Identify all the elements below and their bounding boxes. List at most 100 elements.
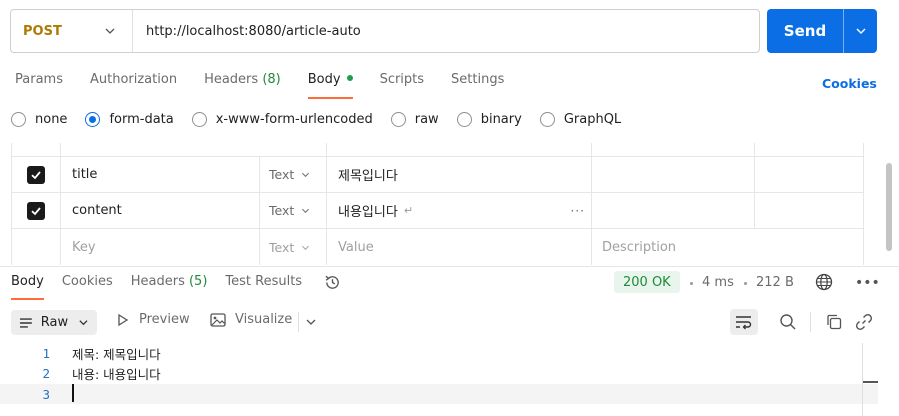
tab-headers[interactable]: Headers (8) bbox=[204, 72, 281, 99]
response-tab-body[interactable]: Body bbox=[11, 274, 44, 300]
header-extra-cell bbox=[754, 143, 863, 156]
header-value-cell bbox=[326, 143, 591, 156]
header-check-cell bbox=[12, 143, 60, 156]
status-badge[interactable]: 200 OK bbox=[614, 271, 680, 293]
table-header-row bbox=[12, 143, 863, 157]
response-tab-cookies[interactable]: Cookies bbox=[62, 274, 113, 300]
radio-label: x-www-form-urlencoded bbox=[215, 112, 373, 127]
new-key-input[interactable]: Key bbox=[60, 229, 259, 265]
response-time[interactable]: 4 ms bbox=[702, 275, 734, 290]
description-cell[interactable] bbox=[591, 193, 754, 228]
radio-x-www-form-urlencoded[interactable]: x-www-form-urlencoded bbox=[191, 112, 373, 127]
line-text: 제목: 제목입니다 bbox=[72, 346, 161, 362]
table-new-row: Key Text Value Description bbox=[12, 229, 863, 265]
link-icon[interactable] bbox=[855, 313, 873, 331]
line-number: 2 bbox=[42, 365, 50, 381]
editor-scrollbar-track[interactable] bbox=[862, 343, 863, 416]
preview-label: Preview bbox=[139, 312, 190, 327]
tab-label: Settings bbox=[451, 72, 505, 87]
radio-circle bbox=[390, 112, 406, 127]
cookies-link[interactable]: Cookies bbox=[822, 76, 877, 91]
tab-label: Headers bbox=[204, 72, 259, 87]
radio-binary[interactable]: binary bbox=[456, 112, 522, 127]
form-data-table: title Text 제목입니다 content Text 내용입니다 ↵ ··… bbox=[11, 143, 864, 265]
tab-label: Body bbox=[307, 72, 341, 87]
line-text: 내용: 내용입니다 bbox=[72, 366, 161, 382]
response-size[interactable]: 212 B bbox=[756, 275, 794, 290]
radio-graphql[interactable]: GraphQL bbox=[539, 112, 622, 127]
radio-form-data[interactable]: form-data bbox=[85, 112, 174, 127]
type-label: Text bbox=[269, 239, 295, 255]
code-line-current: 3 bbox=[0, 384, 878, 404]
globe-icon[interactable] bbox=[815, 273, 833, 291]
copy-icon[interactable] bbox=[825, 313, 843, 331]
radio-label: binary bbox=[480, 112, 522, 127]
row-checkbox[interactable] bbox=[27, 201, 45, 220]
more-options-icon[interactable]: ••• bbox=[855, 275, 880, 291]
value-cell[interactable]: 제목입니다 bbox=[326, 157, 591, 192]
send-options-button[interactable] bbox=[843, 9, 877, 53]
tab-label: Test Results bbox=[225, 274, 303, 289]
play-icon bbox=[118, 313, 129, 326]
expand-value-icon[interactable]: ··· bbox=[571, 204, 585, 218]
new-type-select[interactable]: Text bbox=[259, 229, 326, 265]
chevron-down-icon bbox=[856, 28, 865, 34]
chevron-down-icon bbox=[79, 320, 88, 326]
format-label: Raw bbox=[40, 315, 69, 330]
radio-label: GraphQL bbox=[563, 112, 622, 127]
toolbar-divider bbox=[298, 312, 299, 332]
key-cell[interactable]: title bbox=[60, 157, 259, 192]
header-key-cell bbox=[60, 143, 259, 156]
tab-settings[interactable]: Settings bbox=[451, 72, 504, 99]
key-cell[interactable]: content bbox=[60, 193, 259, 228]
tab-authorization[interactable]: Authorization bbox=[90, 72, 177, 99]
request-url-bar: POST http://localhost:8080/article-auto bbox=[10, 9, 760, 53]
headers-count: (5) bbox=[188, 274, 208, 289]
response-divider[interactable] bbox=[0, 266, 899, 267]
url-input[interactable]: http://localhost:8080/article-auto bbox=[133, 24, 361, 39]
radio-raw[interactable]: raw bbox=[390, 112, 439, 127]
type-label: Text bbox=[269, 203, 295, 218]
tab-label: Params bbox=[15, 72, 63, 87]
radio-none[interactable]: none bbox=[11, 112, 67, 127]
visualize-button[interactable]: Visualize bbox=[210, 312, 292, 327]
row-extra-cell bbox=[754, 193, 863, 228]
table-row: title Text 제목입니다 bbox=[12, 157, 863, 193]
preview-button[interactable]: Preview bbox=[116, 312, 190, 327]
image-icon bbox=[210, 312, 226, 327]
new-description-input[interactable]: Description bbox=[591, 229, 863, 265]
value-cell[interactable]: 내용입니다 ↵ ··· bbox=[326, 193, 591, 228]
row-checkbox[interactable] bbox=[27, 165, 45, 184]
chevron-down-icon bbox=[105, 28, 115, 34]
request-scrollbar[interactable] bbox=[886, 163, 892, 251]
chevron-down-icon[interactable] bbox=[305, 316, 317, 328]
method-select[interactable]: POST bbox=[11, 10, 133, 52]
search-icon[interactable] bbox=[779, 313, 797, 331]
editor-scrollbar-marker bbox=[863, 381, 878, 383]
raw-lines-icon bbox=[19, 317, 32, 328]
format-select[interactable]: Raw bbox=[11, 310, 97, 335]
tab-scripts[interactable]: Scripts bbox=[380, 72, 424, 99]
response-body-editor[interactable]: 1 제목: 제목입니다 2 내용: 내용입니다 3 bbox=[0, 343, 878, 416]
response-tab-headers[interactable]: Headers (5) bbox=[131, 274, 208, 300]
row-check-cell bbox=[12, 229, 60, 265]
type-select[interactable]: Text bbox=[259, 193, 326, 228]
history-icon[interactable] bbox=[323, 273, 342, 292]
description-cell[interactable] bbox=[591, 157, 754, 192]
type-select[interactable]: Text bbox=[259, 157, 326, 192]
meta-separator bbox=[690, 282, 693, 285]
tab-label: Body bbox=[11, 274, 44, 289]
wrap-icon bbox=[736, 316, 752, 330]
tab-label: Headers bbox=[130, 274, 185, 289]
tab-body[interactable]: Body bbox=[307, 72, 353, 99]
radio-circle bbox=[456, 112, 472, 127]
wrap-lines-button[interactable] bbox=[730, 309, 758, 335]
new-value-input[interactable]: Value bbox=[326, 229, 591, 265]
response-tabs: Body Cookies Headers (5) Test Results bbox=[11, 274, 320, 300]
tab-params[interactable]: Params bbox=[15, 72, 63, 99]
response-tab-test-results[interactable]: Test Results bbox=[225, 274, 302, 300]
radio-circle bbox=[191, 112, 207, 127]
value-text: 내용입니다 bbox=[338, 205, 398, 220]
line-number: 1 bbox=[42, 345, 50, 361]
send-button[interactable]: Send bbox=[767, 9, 843, 53]
